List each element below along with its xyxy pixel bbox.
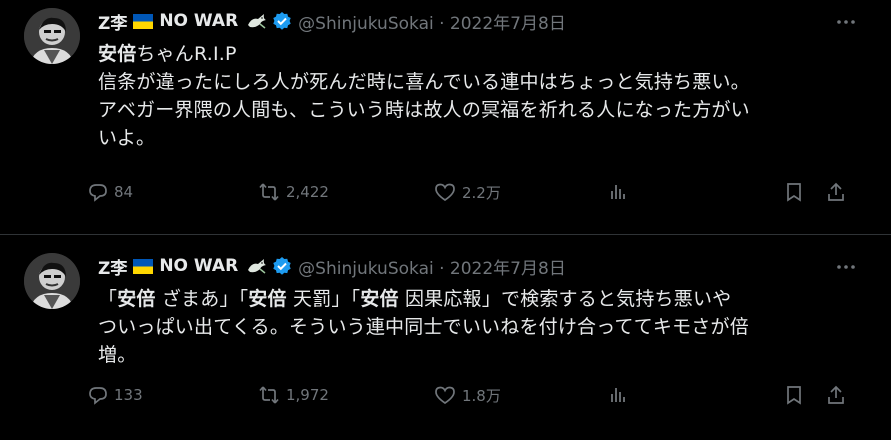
tweet-header: Z李 NO WAR @ShinjukuSokai · 2022年7月8日 bbox=[98, 253, 875, 279]
like-button[interactable]: 2.2万 bbox=[434, 182, 501, 203]
retweet-icon bbox=[259, 386, 279, 404]
heart-icon bbox=[435, 386, 455, 405]
tweet-line: 信条が違ったにしろ人が死んだ時に喜んでいる連中はちょっと気持ち悪い。 bbox=[98, 71, 750, 93]
ukraine-flag-icon bbox=[133, 13, 154, 29]
reply-icon bbox=[89, 387, 107, 405]
handle-and-date[interactable]: @ShinjukuSokai · 2022年7月8日 bbox=[298, 9, 566, 34]
tweet-line-text: ざまあ」「 bbox=[155, 288, 249, 310]
avatar[interactable] bbox=[24, 253, 80, 309]
bookmark-button[interactable] bbox=[784, 182, 804, 202]
retweet-button[interactable]: 1,972 bbox=[258, 385, 329, 405]
like-button[interactable]: 1.8万 bbox=[434, 385, 501, 406]
reply-count: 133 bbox=[114, 386, 143, 404]
reply-button[interactable]: 133 bbox=[88, 385, 143, 405]
share-button[interactable] bbox=[826, 182, 846, 202]
analytics-icon bbox=[611, 185, 625, 199]
tweet-line: 「安倍 ざまあ」「安倍 天罰」「安倍 因果応報」で検索すると気持ち悪いや bbox=[98, 285, 875, 313]
tweet-line: アベガー界隈の人間も、こういう時は故人の冥福を祈れる人になった方がい bbox=[98, 99, 750, 121]
tweet-line: 安倍ちゃんR.I.P bbox=[98, 40, 875, 68]
tweet-line: ついっぱい出てくる。そういう連中同士でいいねを付け合っててキモさが倍 bbox=[98, 316, 749, 338]
ukraine-flag-icon bbox=[133, 258, 154, 274]
bookmark-button[interactable] bbox=[784, 385, 804, 405]
tweet-header: Z李 NO WAR @ShinjukuSokai · 2022年7月8日 bbox=[98, 8, 875, 34]
retweet-button[interactable]: 2,422 bbox=[258, 182, 329, 202]
share-button[interactable] bbox=[826, 385, 846, 405]
heart-icon bbox=[435, 183, 455, 202]
verified-badge-icon bbox=[272, 256, 292, 276]
share-icon bbox=[828, 182, 844, 201]
views-button[interactable] bbox=[608, 385, 628, 405]
analytics-icon bbox=[611, 388, 625, 402]
tweet-line: 増。 bbox=[98, 344, 137, 366]
tweet-line-text: 因果応報」で検索すると気持ち悪いや bbox=[398, 288, 732, 310]
tweet-text: 「安倍 ざまあ」「安倍 天罰」「安倍 因果応報」で検索すると気持ち悪いや ついっ… bbox=[98, 285, 875, 369]
reply-count: 84 bbox=[114, 183, 134, 201]
highlight: 安倍 bbox=[248, 288, 287, 310]
tweet-text: 安倍ちゃんR.I.P 信条が違ったにしろ人が死んだ時に喜んでいる連中はちょっと気… bbox=[98, 40, 875, 152]
more-dots-icon[interactable] bbox=[835, 257, 857, 277]
retweet-count: 2,422 bbox=[286, 183, 329, 201]
handle-and-date[interactable]: @ShinjukuSokai · 2022年7月8日 bbox=[298, 254, 566, 279]
tweet-line-text: ちゃんR.I.P bbox=[136, 43, 237, 65]
tweet[interactable]: Z李 NO WAR @ShinjukuSokai · 2022年7月8日 安倍ち… bbox=[0, 0, 891, 235]
reply-icon bbox=[89, 184, 107, 202]
dove-icon bbox=[246, 256, 268, 276]
views-button[interactable] bbox=[608, 182, 628, 202]
author-name[interactable]: Z李 bbox=[98, 9, 127, 34]
reply-button[interactable]: 84 bbox=[88, 182, 133, 202]
avatar[interactable] bbox=[24, 8, 80, 64]
author-name[interactable]: Z李 bbox=[98, 254, 127, 279]
timeline: Z李 NO WAR @ShinjukuSokai · 2022年7月8日 安倍ち… bbox=[0, 0, 891, 440]
dove-icon bbox=[246, 11, 268, 31]
highlight: 安倍 bbox=[360, 288, 399, 310]
tweet[interactable]: Z李 NO WAR @ShinjukuSokai · 2022年7月8日 「安倍… bbox=[0, 235, 891, 440]
more-dots-icon[interactable] bbox=[835, 12, 857, 32]
like-count: 2.2万 bbox=[462, 183, 501, 202]
like-count: 1.8万 bbox=[462, 386, 501, 405]
author-tag[interactable]: NO WAR bbox=[159, 256, 238, 276]
tweet-line-text: 天罰」「 bbox=[286, 288, 361, 310]
tweet-line-text: 「 bbox=[98, 288, 118, 310]
bookmark-icon bbox=[787, 183, 801, 202]
tweet-line: いよ。 bbox=[98, 127, 156, 149]
share-icon bbox=[828, 385, 844, 404]
verified-badge-icon bbox=[272, 11, 292, 31]
highlight: 安倍 bbox=[117, 288, 156, 310]
highlight: 安倍 bbox=[98, 43, 137, 65]
author-tag[interactable]: NO WAR bbox=[159, 11, 238, 31]
bookmark-icon bbox=[787, 386, 801, 405]
retweet-count: 1,972 bbox=[286, 386, 329, 404]
retweet-icon bbox=[259, 183, 279, 201]
